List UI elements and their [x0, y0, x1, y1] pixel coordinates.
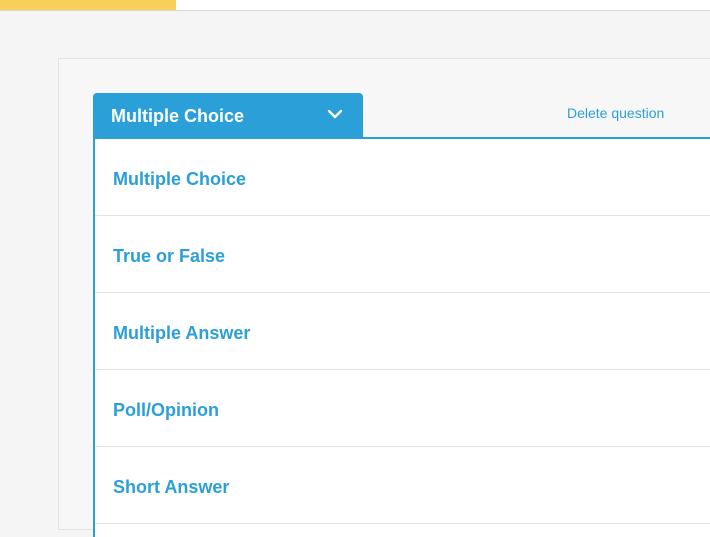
question-type-menu: Multiple Choice True or False Multiple A…	[93, 137, 710, 537]
top-bar	[0, 0, 710, 11]
menu-item-label: True or False	[113, 246, 226, 266]
menu-item-multiple-answer[interactable]: Multiple Answer	[95, 293, 710, 370]
menu-item-short-answer[interactable]: Short Answer	[95, 447, 710, 524]
menu-item-poll-opinion[interactable]: Poll/Opinion	[95, 370, 710, 447]
top-bar-accent	[0, 0, 176, 10]
question-type-selected: Multiple Choice	[111, 106, 245, 126]
menu-item-label: Short Answer	[113, 477, 230, 497]
menu-item-true-or-false[interactable]: True or False	[95, 216, 710, 293]
menu-item-multiple-choice[interactable]: Multiple Choice	[95, 139, 710, 216]
menu-item-label: Poll/Opinion	[113, 400, 219, 420]
menu-item-label: Multiple Choice	[113, 169, 247, 189]
chevron-down-icon	[327, 109, 343, 119]
question-type-dropdown[interactable]: Multiple Choice	[93, 93, 363, 137]
delete-question-link[interactable]: Delete question	[567, 104, 664, 122]
menu-item-label: Multiple Answer	[113, 323, 251, 343]
